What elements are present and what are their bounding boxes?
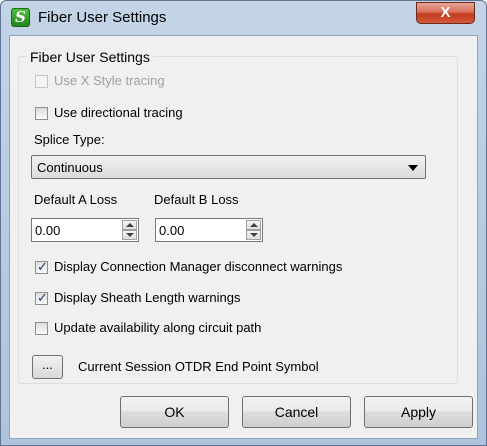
arrow-up-icon (126, 223, 134, 227)
b-loss-increment-button[interactable] (246, 220, 261, 230)
a-loss-increment-button[interactable] (122, 220, 137, 230)
splice-type-label: Splice Type: (34, 132, 105, 147)
use-directional-checkbox[interactable] (35, 107, 48, 120)
cancel-button[interactable]: Cancel (242, 396, 351, 428)
checkmark-icon: ✓ (37, 259, 48, 274)
default-b-loss-value: 0.00 (159, 223, 185, 238)
splice-type-dropdown[interactable]: Continuous (31, 155, 426, 179)
window-title: Fiber User Settings (38, 9, 167, 26)
display-conn-mgr-checkbox[interactable]: ✓ (35, 259, 48, 274)
title-bar[interactable]: S Fiber User Settings X (1, 1, 486, 35)
use-x-style-label: Use X Style tracing (54, 73, 165, 88)
default-b-loss-label: Default B Loss (154, 192, 239, 207)
update-availability-label: Update availability along circuit path (54, 320, 262, 335)
use-directional-label: Use directional tracing (54, 105, 183, 120)
apply-button[interactable]: Apply (364, 396, 473, 428)
default-a-loss-value: 0.00 (35, 223, 61, 238)
default-a-loss-spinner[interactable]: 0.00 (31, 218, 139, 242)
app-logo-icon: S (11, 8, 30, 27)
update-availability-checkbox[interactable] (35, 322, 48, 335)
otdr-symbol-button[interactable]: ... (32, 355, 63, 379)
use-x-style-checkbox[interactable] (35, 75, 48, 88)
splice-type-value: Continuous (37, 160, 103, 175)
groupbox-title: Fiber User Settings (27, 49, 153, 65)
otdr-symbol-label: Current Session OTDR End Point Symbol (78, 359, 319, 374)
a-loss-decrement-button[interactable] (122, 230, 137, 240)
display-conn-mgr-label: Display Connection Manager disconnect wa… (54, 259, 343, 274)
arrow-down-icon (250, 233, 258, 237)
display-sheath-label: Display Sheath Length warnings (54, 290, 241, 305)
display-sheath-checkbox[interactable]: ✓ (35, 290, 48, 305)
checkmark-icon: ✓ (37, 290, 48, 305)
default-b-loss-spinner[interactable]: 0.00 (155, 218, 263, 242)
default-a-loss-label: Default A Loss (34, 192, 118, 207)
ok-button[interactable]: OK (120, 396, 229, 428)
arrow-up-icon (250, 223, 258, 227)
close-button[interactable]: X (416, 2, 475, 24)
b-loss-decrement-button[interactable] (246, 230, 261, 240)
chevron-down-icon (408, 165, 418, 171)
arrow-down-icon (126, 233, 134, 237)
